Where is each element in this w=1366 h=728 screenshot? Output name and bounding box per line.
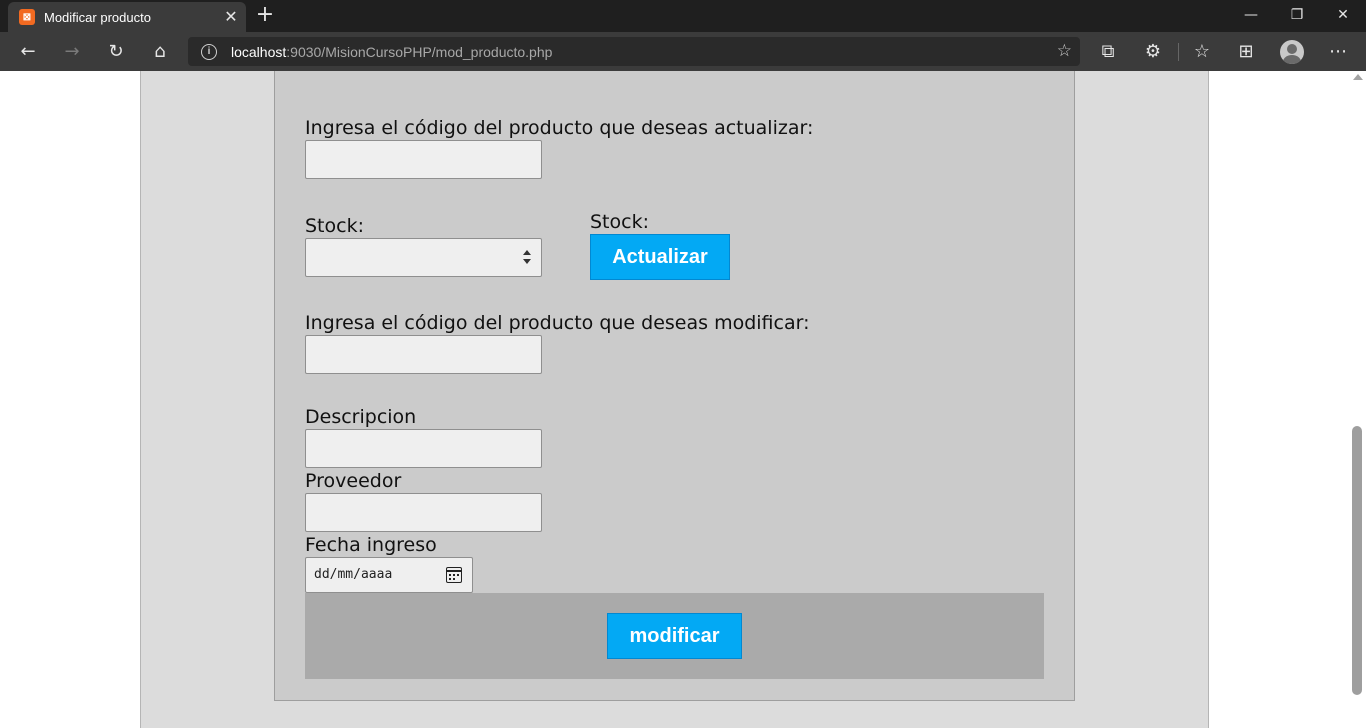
provider-label: Proveedor: [305, 470, 402, 492]
modify-code-input[interactable]: [305, 335, 542, 374]
stock-label: Stock:: [305, 215, 364, 237]
date-label: Fecha ingreso: [305, 534, 437, 556]
collections-icon[interactable]: ⧉: [1094, 38, 1122, 66]
modify-button[interactable]: modificar: [607, 613, 742, 659]
forward-arrow-icon[interactable]: →: [58, 38, 86, 66]
stock-number-input[interactable]: [305, 238, 542, 277]
date-input[interactable]: dd/mm/aaaa: [305, 557, 473, 593]
url-text[interactable]: localhost:9030/MisionCursoPHP/mod_produc…: [231, 44, 552, 60]
date-placeholder: dd/mm/aaaa: [314, 567, 393, 582]
xampp-favicon-icon: ⊠: [19, 9, 35, 25]
description-input[interactable]: [305, 429, 542, 468]
update-code-label: Ingresa el código del producto que desea…: [305, 117, 814, 139]
vertical-scrollbar[interactable]: [1349, 71, 1366, 728]
toolbar-divider: [1178, 43, 1179, 61]
update-button[interactable]: Actualizar: [590, 234, 730, 280]
update-code-input[interactable]: [305, 140, 542, 179]
url-path: :9030/MisionCursoPHP/mod_producto.php: [286, 43, 553, 60]
reload-icon[interactable]: ↻: [102, 38, 130, 66]
provider-input[interactable]: [305, 493, 542, 532]
restore-window-icon[interactable]: ❐: [1274, 0, 1320, 32]
extensions-icon[interactable]: ⚙: [1139, 38, 1167, 66]
home-icon[interactable]: ⌂: [146, 38, 174, 66]
profile-avatar-icon[interactable]: [1280, 40, 1304, 64]
add-favorite-star-icon[interactable]: ☆: [1057, 41, 1072, 61]
new-tab-icon[interactable]: +: [254, 4, 276, 26]
back-arrow-icon[interactable]: ←: [14, 38, 42, 66]
calendar-icon[interactable]: [446, 567, 462, 583]
stepper-arrows-icon[interactable]: [523, 250, 531, 264]
tab-title: Modificar producto: [44, 9, 151, 25]
favorites-icon[interactable]: ☆: [1188, 38, 1216, 66]
description-label: Descripcion: [305, 406, 417, 428]
browser-toolbar: ← → ↻ ⌂ i localhost:9030/MisionCursoPHP/…: [0, 32, 1366, 71]
page-viewport: Ingresa el código del producto que desea…: [0, 71, 1366, 728]
stock-label-secondary: Stock:: [590, 211, 649, 233]
close-window-icon[interactable]: ✕: [1320, 0, 1366, 32]
browser-tab-strip: ⊠ Modificar producto ✕ + — ❐ ✕: [0, 0, 1366, 32]
close-tab-icon[interactable]: ✕: [222, 8, 240, 26]
site-info-icon[interactable]: i: [201, 43, 217, 60]
modify-code-label: Ingresa el código del producto que desea…: [305, 312, 810, 334]
tab-actions-icon[interactable]: ⊞: [1232, 38, 1260, 66]
browser-tab-active[interactable]: ⊠ Modificar producto ✕: [8, 2, 246, 32]
scrollbar-thumb[interactable]: [1352, 426, 1362, 695]
more-menu-icon[interactable]: ⋯: [1324, 38, 1352, 66]
url-host: localhost: [231, 43, 287, 60]
scroll-up-arrow-icon[interactable]: [1353, 74, 1363, 80]
address-bar[interactable]: i localhost:9030/MisionCursoPHP/mod_prod…: [188, 37, 1080, 66]
minimize-window-icon[interactable]: —: [1228, 0, 1274, 32]
